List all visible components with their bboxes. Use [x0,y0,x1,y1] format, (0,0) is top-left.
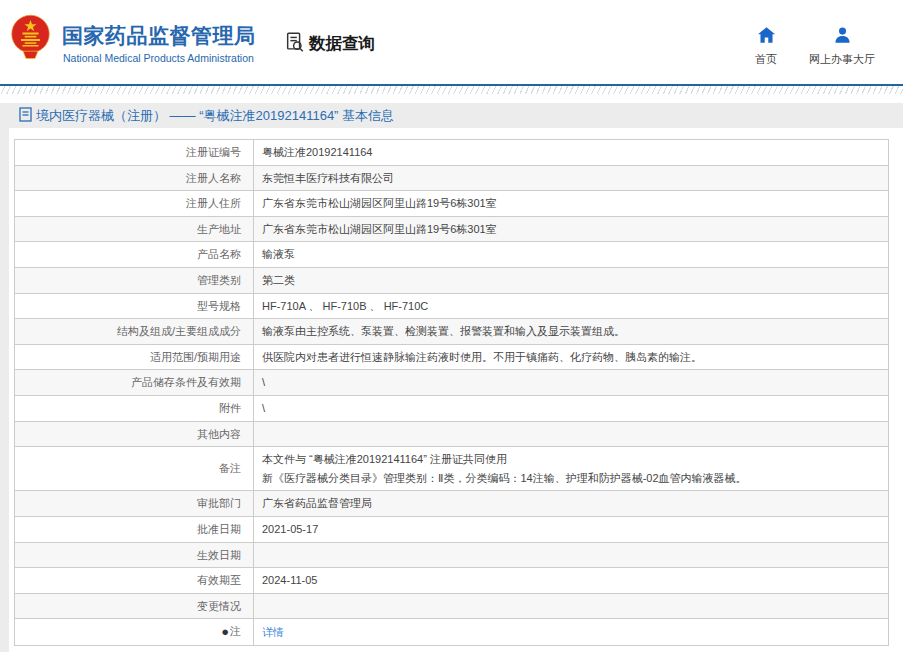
note-bullet-icon: ● [221,624,229,639]
row-value: 广东省药品监督管理局 [254,491,889,517]
row-label: 型号规格 [15,293,254,319]
data-query-tab[interactable]: 数据查询 [284,31,375,57]
row-value [254,542,889,568]
row-label: 变更情况 [15,593,254,619]
table-row: 有效期至2024-11-05 [15,568,889,594]
table-row: 变更情况 [15,593,889,619]
row-value: 2021-05-17 [254,516,889,542]
doc-search-icon [284,31,306,57]
row-label: 生产地址 [15,216,254,242]
online-hall-label: 网上办事大厅 [797,52,887,67]
table-row: 产品名称输液泵 [15,242,889,268]
row-value: \ [254,395,889,421]
left-gutter [0,103,9,652]
table-row: 其他内容 [15,421,889,447]
table-row: 备注本文件与 “粤械注准20192141164” 注册证共同使用 新《医疗器械分… [15,447,889,491]
row-value: 第二类 [254,267,889,293]
row-label: 注册人名称 [15,165,254,191]
row-label: 管理类别 [15,267,254,293]
home-link[interactable]: 首页 [736,27,796,67]
home-link-label: 首页 [736,52,796,67]
row-value: 广东省东莞市松山湖园区阿里山路19号6栋301室 [254,191,889,217]
table-row: 产品储存条件及有效期\ [15,370,889,396]
hatch-stripe [0,86,903,94]
row-value: \ [254,370,889,396]
table-row: 审批部门广东省药品监督管理局 [15,491,889,517]
row-label: 批准日期 [15,516,254,542]
table-row: 批准日期2021-05-17 [15,516,889,542]
agency-title: 国家药品监督管理局 [62,22,256,50]
table-row: 结构及组成/主要组成成分输液泵由主控系统、泵装置、检测装置、报警装置和输入及显示… [15,319,889,345]
row-label: 备注 [15,447,254,491]
breadcrumb-text: 境内医疗器械（注册） —— “粤械注准20192141164” 基本信息 [36,107,394,125]
table-row: 注册人名称东莞恒丰医疗科技有限公司 [15,165,889,191]
row-value: 输液泵 [254,242,889,268]
row-value: 详情 [254,619,889,646]
user-icon [834,29,851,46]
row-value [254,421,889,447]
table-row: 管理类别第二类 [15,267,889,293]
registration-info-table: 注册证编号粤械注准20192141164注册人名称东莞恒丰医疗科技有限公司注册人… [14,139,889,646]
row-label: 生效日期 [15,542,254,568]
row-value: 东莞恒丰医疗科技有限公司 [254,165,889,191]
table-row: 生效日期 [15,542,889,568]
breadcrumb: 境内医疗器械（注册） —— “粤械注准20192141164” 基本信息 [9,103,903,128]
table-row: 注册人住所广东省东莞市松山湖园区阿里山路19号6栋301室 [15,191,889,217]
row-value: 供医院内对患者进行恒速静脉输注药液时使用。不用于镇痛药、化疗药物、胰岛素的输注。 [254,344,889,370]
detail-link[interactable]: 详情 [262,626,284,638]
row-value: 本文件与 “粤械注准20192141164” 注册证共同使用 新《医疗器械分类目… [254,447,889,491]
site-header: 国家药品监督管理局 National Medical Products Admi… [0,0,903,84]
row-label: ●注 [15,619,254,646]
home-icon [758,29,775,46]
table-row: 适用范围/预期用途供医院内对患者进行恒速静脉输注药液时使用。不用于镇痛药、化疗药… [15,344,889,370]
row-label: 审批部门 [15,491,254,517]
row-value: 广东省东莞市松山湖园区阿里山路19号6栋301室 [254,216,889,242]
national-emblem-logo [10,14,52,68]
table-row: 型号规格HF-710A 、 HF-710B 、 HF-710C [15,293,889,319]
row-value: HF-710A 、 HF-710B 、 HF-710C [254,293,889,319]
row-value: 粤械注准20192141164 [254,140,889,166]
table-row: ●注详情 [15,619,889,646]
row-label: 结构及组成/主要组成成分 [15,319,254,345]
table-row: 注册证编号粤械注准20192141164 [15,140,889,166]
agency-subtitle: National Medical Products Administration [63,52,254,64]
data-query-label: 数据查询 [309,33,375,55]
row-value: 2024-11-05 [254,568,889,594]
table-row: 附件\ [15,395,889,421]
row-value: 输液泵由主控系统、泵装置、检测装置、报警装置和输入及显示装置组成。 [254,319,889,345]
row-label: 适用范围/预期用途 [15,344,254,370]
table-row: 生产地址广东省东莞市松山湖园区阿里山路19号6栋301室 [15,216,889,242]
row-label: 其他内容 [15,421,254,447]
row-label: 附件 [15,395,254,421]
row-label: 注册人住所 [15,191,254,217]
page-icon [19,107,32,125]
row-label: 产品名称 [15,242,254,268]
online-hall-link[interactable]: 网上办事大厅 [797,27,887,67]
row-value [254,593,889,619]
row-label: 有效期至 [15,568,254,594]
info-table-body: 注册证编号粤械注准20192141164注册人名称东莞恒丰医疗科技有限公司注册人… [15,140,889,646]
row-label: 产品储存条件及有效期 [15,370,254,396]
row-label: 注册证编号 [15,140,254,166]
